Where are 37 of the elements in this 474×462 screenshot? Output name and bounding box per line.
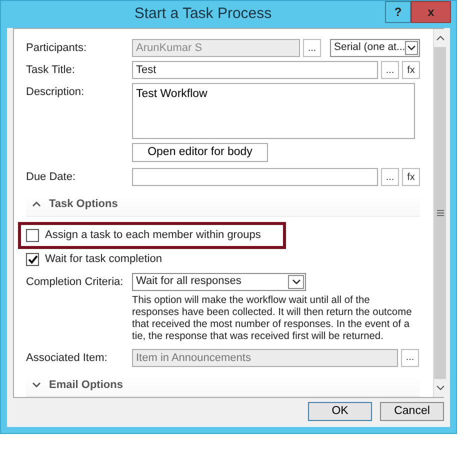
collapse-icon bbox=[32, 201, 41, 208]
window-title: Start a Task Process bbox=[133, 4, 273, 24]
checkbox[interactable] bbox=[26, 228, 39, 242]
scrollbar[interactable] bbox=[433, 29, 446, 397]
scroll-thumb[interactable] bbox=[434, 47, 446, 379]
cancel-button[interactable]: Cancel bbox=[380, 402, 444, 421]
field-label: Due Date: bbox=[26, 170, 77, 186]
checkbox[interactable] bbox=[26, 253, 39, 266]
text-area[interactable]: Test Workflow bbox=[132, 83, 415, 140]
help-button[interactable]: ? bbox=[385, 1, 411, 23]
text-field[interactable]: Test bbox=[132, 61, 378, 80]
field-label: Participants: bbox=[26, 41, 88, 56]
browse-button[interactable]: ... bbox=[381, 61, 399, 80]
field-label: Description: bbox=[26, 85, 86, 100]
field-label: Associated Item: bbox=[26, 350, 108, 366]
field-label: Task Title: bbox=[26, 63, 76, 78]
caret-icon bbox=[288, 274, 304, 289]
dropdown[interactable]: Wait for all responses bbox=[132, 272, 306, 291]
dropdown-value: Serial (one at... bbox=[334, 40, 406, 56]
expand-icon bbox=[32, 382, 41, 388]
scroll-down-icon[interactable] bbox=[436, 385, 444, 391]
grip-icon bbox=[436, 210, 444, 216]
open-editor-button[interactable]: Open editor for body bbox=[132, 143, 268, 162]
text-field[interactable] bbox=[132, 168, 378, 186]
formula-button[interactable]: fx bbox=[402, 168, 420, 186]
checkbox-label: Assign a task to each member within groups bbox=[45, 228, 261, 243]
close-button[interactable]: x bbox=[411, 1, 451, 23]
scroll-up-icon[interactable] bbox=[436, 35, 444, 42]
help-text: This option will make the workflow wait until all of the responses have been collected. It will then return the outcome that received the most number of responses. In the event of a tie, the response that was received first will be returned. bbox=[132, 294, 413, 344]
checkbox-label: Wait for task completion bbox=[45, 252, 162, 268]
browse-button[interactable]: ... bbox=[381, 168, 399, 186]
formula-button[interactable]: fx bbox=[402, 61, 420, 80]
browse-button[interactable]: ... bbox=[401, 348, 419, 366]
dropdown-value: Wait for all responses bbox=[136, 274, 242, 290]
ok-button[interactable]: OK bbox=[308, 402, 372, 421]
field-label: Completion Criteria: bbox=[26, 274, 124, 290]
caret-icon bbox=[405, 41, 418, 56]
